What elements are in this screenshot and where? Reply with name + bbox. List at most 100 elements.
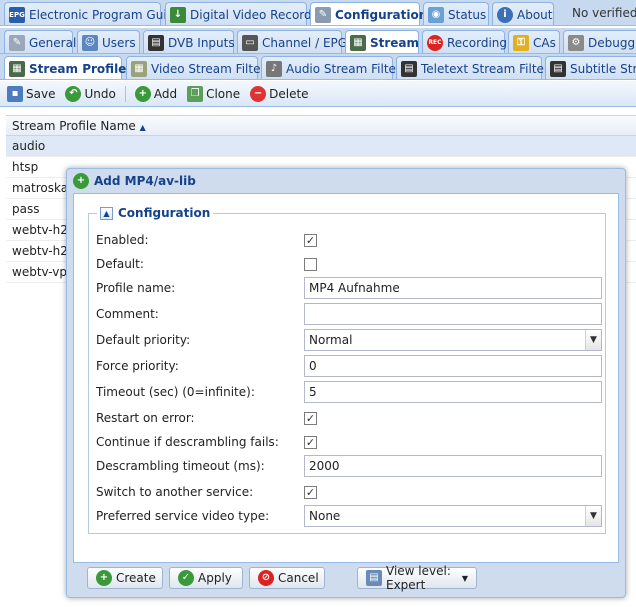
tab-general-label: General	[29, 35, 77, 50]
preferred-video-type-select[interactable]: None ▼	[304, 505, 602, 527]
undo-button[interactable]: ↶ Undo	[62, 85, 118, 102]
tab-subtitle-filters[interactable]: ▤ Subtitle Strea	[545, 56, 636, 79]
tab-dvb-inputs-label: DVB Inputs	[168, 35, 235, 50]
column-header-label: Stream Profile Name	[12, 119, 136, 133]
filmstrip-icon: ▦	[131, 60, 147, 77]
add-label: Add	[153, 86, 178, 101]
speaker-icon: ♪	[266, 60, 282, 77]
undo-label: Undo	[84, 86, 116, 101]
dialog-title-bar[interactable]: + Add MP4/av-lib	[67, 169, 625, 193]
tab-users[interactable]: ☺ Users	[77, 30, 140, 53]
tab-debugging-label: Debugging	[588, 35, 636, 50]
collapse-toggle-icon[interactable]: ▲	[100, 206, 113, 220]
save-button[interactable]: ▪ Save	[4, 85, 58, 102]
eye-icon: ◉	[428, 6, 444, 23]
timeout-value: 5	[309, 385, 317, 399]
tab-dvr[interactable]: ↓ Digital Video Recorder	[165, 2, 324, 25]
sort-asc-icon: ▲	[139, 123, 146, 132]
field-default-priority: Default priority: Normal ▼	[96, 329, 606, 351]
clone-icon: ❐	[187, 85, 204, 102]
stream-tab-bar: ▦ Stream Profiles ▦ Video Stream Filters…	[0, 54, 636, 80]
dvr-icon: ↓	[170, 6, 186, 23]
default-checkbox[interactable]	[304, 257, 317, 271]
add-profile-dialog: + Add MP4/av-lib ▲ Configuration Enabled…	[66, 168, 626, 598]
field-comment: Comment:	[96, 303, 606, 325]
apply-label: Apply	[198, 571, 232, 585]
force-priority-input[interactable]: 0	[304, 355, 602, 377]
tab-cas[interactable]: ⚿ CAs	[508, 30, 560, 53]
restart-on-error-checkbox[interactable]: ✓	[304, 411, 317, 425]
field-restart-on-error: Restart on error: ✓	[96, 407, 606, 429]
row-name: audio	[12, 139, 46, 153]
info-icon: i	[497, 6, 513, 23]
save-label: Save	[26, 86, 56, 101]
delete-label: Delete	[269, 86, 309, 101]
chevron-down-icon[interactable]: ▼	[585, 506, 601, 526]
timeout-label: Timeout (sec) (0=infinite):	[96, 385, 255, 399]
create-button[interactable]: + Create	[87, 567, 163, 589]
tab-dvb-inputs[interactable]: ▤ DVB Inputs	[143, 30, 235, 53]
tab-about[interactable]: i About	[492, 2, 554, 25]
tab-general[interactable]: ✎ General	[4, 30, 77, 53]
descrambling-timeout-input[interactable]: 2000	[304, 455, 602, 477]
config-tab-bar: ✎ General ☺ Users ▤ DVB Inputs ▭ Channel…	[0, 28, 636, 54]
tab-debugging[interactable]: ⚙ Debugging	[563, 30, 636, 53]
force-priority-label: Force priority:	[96, 359, 179, 373]
gears-icon: ⚙	[568, 34, 584, 51]
clone-button[interactable]: ❐ Clone	[184, 85, 243, 102]
add-button[interactable]: + Add	[132, 85, 180, 102]
tab-status-label: Status	[448, 7, 487, 22]
cancel-icon: ⊘	[258, 570, 274, 586]
tab-teletext-filters[interactable]: ▤ Teletext Stream Filters	[396, 56, 555, 79]
tab-audio-filters[interactable]: ♪ Audio Stream Filters	[261, 56, 407, 79]
tab-status[interactable]: ◉ Status	[423, 2, 489, 25]
field-enabled: Enabled: ✓	[96, 229, 606, 251]
channel-icon: ▭	[242, 34, 258, 51]
switch-service-checkbox[interactable]: ✓	[304, 485, 317, 499]
dialog-footer: + Create ✓ Apply ⊘ Cancel ▤ View level: …	[87, 564, 477, 592]
apply-button[interactable]: ✓ Apply	[169, 567, 243, 589]
key-icon: ⚿	[513, 34, 529, 51]
descrambling-timeout-value: 2000	[309, 459, 340, 473]
wrench-icon: ✎	[9, 34, 25, 51]
tab-video-filters[interactable]: ▦ Video Stream Filters	[126, 56, 272, 79]
default-label: Default:	[96, 257, 144, 271]
chevron-down-icon[interactable]: ▼	[585, 330, 601, 350]
tab-subtitle-filters-label: Subtitle Strea	[570, 61, 636, 76]
column-header-profile-name[interactable]: Stream Profile Name ▲	[6, 115, 636, 136]
tab-cas-label: CAs	[533, 35, 556, 50]
dvb-icon: ▤	[148, 34, 164, 51]
tab-stream-profiles[interactable]: ▦ Stream Profiles	[4, 56, 133, 79]
tab-channel-epg-label: Channel / EPG	[262, 35, 348, 50]
tab-channel-epg[interactable]: ▭ Channel / EPG	[237, 30, 347, 53]
timeout-input[interactable]: 5	[304, 381, 602, 403]
tab-configuration[interactable]: ✎ Configuration	[310, 2, 427, 25]
tab-configuration-label: Configuration	[335, 8, 428, 22]
tab-recording[interactable]: REC Recording	[422, 30, 507, 53]
dialog-body: ▲ Configuration Enabled: ✓ Default: Prof…	[73, 193, 619, 563]
tab-stream[interactable]: ▦ Stream	[345, 30, 419, 53]
tab-audio-filters-label: Audio Stream Filters	[286, 61, 408, 76]
cancel-button[interactable]: ⊘ Cancel	[249, 567, 325, 589]
delete-button[interactable]: − Delete	[247, 85, 311, 102]
view-level-button[interactable]: ▤ View level: Expert ▼	[357, 564, 477, 592]
continue-descrambling-checkbox[interactable]: ✓	[304, 435, 317, 449]
continue-descrambling-label: Continue if descrambling fails:	[96, 435, 279, 449]
section-title: Configuration	[118, 206, 211, 220]
tab-dvr-label: Digital Video Recorder	[190, 7, 324, 22]
field-force-priority: Force priority: 0	[96, 355, 606, 377]
view-level-label: View level: Expert	[386, 564, 451, 592]
undo-icon: ↶	[65, 85, 82, 102]
tab-epg[interactable]: EPG Electronic Program Guide	[4, 2, 182, 25]
profile-name-input[interactable]: MP4 Aufnahme	[304, 277, 602, 299]
enabled-checkbox[interactable]: ✓	[304, 233, 317, 247]
comment-input[interactable]	[304, 303, 602, 325]
clone-label: Clone	[206, 86, 241, 101]
teletext-icon: ▤	[401, 60, 417, 77]
tab-teletext-filters-label: Teletext Stream Filters	[421, 61, 556, 76]
chevron-down-icon: ▼	[461, 573, 468, 583]
default-priority-label: Default priority:	[96, 333, 191, 347]
table-row[interactable]: audio	[6, 136, 636, 157]
default-priority-select[interactable]: Normal ▼	[304, 329, 602, 351]
login-status: No verified a	[572, 6, 636, 20]
